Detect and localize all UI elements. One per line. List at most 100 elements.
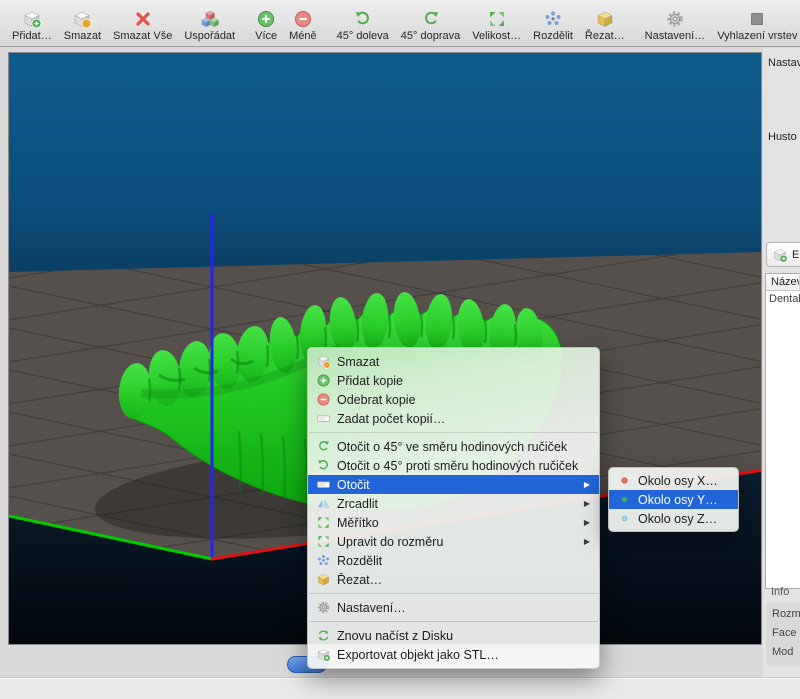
cube-add-icon (22, 9, 42, 29)
toolbar-arrange-button[interactable]: Uspořádat (178, 2, 241, 44)
object-list-row[interactable]: Dental_ (766, 291, 800, 305)
toolbar-fewer-button[interactable]: Méně (283, 2, 323, 44)
submenu-label-around-z: Okolo osy Z… (638, 512, 729, 526)
arrows-out-icon (316, 534, 331, 549)
toolbar-fewer-label: Méně (289, 30, 317, 43)
context-menu-label-rotate-45-ccw: Otočit o 45° proti směru hodinových ruči… (337, 459, 590, 473)
context-menu-item-reload-from-disk[interactable]: Znovu načíst z Disku (308, 626, 599, 645)
context-menu-item-delete[interactable]: Smazat (308, 352, 599, 371)
dot-green-icon (617, 492, 632, 507)
submenu-arrow-icon: ▶ (584, 499, 590, 508)
info-row-2: Mod (772, 643, 800, 662)
context-menu-item-set-copy-count[interactable]: Zadat počet kopií… (308, 409, 599, 428)
cube-remove-icon (316, 354, 331, 369)
rotate-cw-icon (316, 439, 331, 454)
circle-minus-icon (316, 392, 331, 407)
settings-panel: Nastav Husto E Název Dental_ Info RozmFa… (763, 48, 800, 677)
context-menu-label-cut: Řezat… (337, 573, 590, 587)
red-x-icon (133, 9, 153, 29)
info-row-0: Rozm (772, 605, 800, 624)
context-menu-label-reload-from-disk: Znovu načíst z Disku (337, 629, 590, 643)
context-menu-item-settings[interactable]: Nastavení… (308, 598, 599, 617)
context-menu-label-scale: Měřítko (337, 516, 578, 530)
export-button-label: E (792, 249, 799, 261)
circle-plus-icon (316, 373, 331, 388)
gray-square-icon (747, 9, 767, 29)
white-rect-icon (316, 477, 331, 492)
toolbar-more-label: Více (255, 30, 277, 43)
context-menu-label-set-copy-count: Zadat počet kopií… (337, 412, 590, 426)
circle-plus-icon (256, 9, 276, 29)
context-menu-separator (309, 593, 598, 594)
submenu-label-around-x: Okolo osy X… (638, 474, 729, 488)
main-toolbar: Přidat… Smazat Smazat Vše Uspořádat Více Mén… (0, 0, 800, 47)
export-button[interactable]: E (766, 242, 800, 267)
toolbar-rotate-left-button[interactable]: 45° doleva (331, 2, 395, 44)
submenu-arrow-icon: ▶ (584, 537, 590, 546)
context-menu-label-mirror: Zrcadlit (337, 497, 578, 511)
toolbar-more-button[interactable]: Více (249, 2, 283, 44)
arrows-out-icon (316, 515, 331, 530)
submenu-label-around-y: Okolo osy Y… (638, 493, 729, 507)
rotate-ccw-icon (316, 458, 331, 473)
context-menu-item-add-copy[interactable]: Přidat kopie (308, 371, 599, 390)
cube-remove-icon (72, 9, 92, 29)
context-menu-item-cut[interactable]: Řezat… (308, 570, 599, 589)
context-menu-item-rotate-45-ccw[interactable]: Otočit o 45° proti směru hodinových ruči… (308, 456, 599, 475)
submenu-item-around-y[interactable]: Okolo osy Y… (609, 490, 738, 509)
gear-icon (316, 600, 331, 615)
refresh-icon (316, 628, 331, 643)
context-menu-label-delete: Smazat (337, 355, 590, 369)
toolbar-arrange-label: Uspořádat (184, 30, 235, 43)
info-box: RozmFaceMod (766, 602, 800, 666)
context-menu-item-remove-copy[interactable]: Odebrat kopie (308, 390, 599, 409)
toolbar-add-button[interactable]: Přidat… (6, 2, 58, 44)
toolbar-delete-all-label: Smazat Vše (113, 30, 172, 43)
toolbar-split-label: Rozdělit (533, 30, 573, 43)
object-list-header[interactable]: Název (766, 274, 800, 291)
toolbar-rotate-right-label: 45° doprava (401, 30, 460, 43)
toolbar-add-label: Přidat… (12, 30, 52, 43)
toolbar-settings-button[interactable]: Nastavení… (639, 2, 712, 44)
application-window: Přidat… Smazat Smazat Vše Uspořádat Více Mén… (0, 0, 800, 699)
toolbar-cut-button[interactable]: Řezat… (579, 2, 631, 44)
toolbar-rotate-right-button[interactable]: 45° doprava (395, 2, 466, 44)
toolbar-delete-all-button[interactable]: Smazat Vše (107, 2, 178, 44)
context-menu-label-rotate: Otočit (337, 478, 578, 492)
context-menu-item-fit-to-size[interactable]: Upravit do rozměru▶ (308, 532, 599, 551)
context-menu-item-rotate-45-cw[interactable]: Otočit o 45° ve směru hodinových ručiček (308, 437, 599, 456)
rotate-cw-icon (421, 9, 441, 29)
cube-yellow-icon (316, 572, 331, 587)
context-menu-item-mirror[interactable]: Zrcadlit ▶ (308, 494, 599, 513)
cube-export-icon (316, 647, 331, 662)
context-menu-label-remove-copy: Odebrat kopie (337, 393, 590, 407)
export-cube-icon (772, 247, 788, 263)
gear-icon (665, 9, 685, 29)
toolbar-split-button[interactable]: Rozdělit (527, 2, 579, 44)
context-menu-separator (309, 432, 598, 433)
arrows-out-icon (487, 9, 507, 29)
split-dots-icon (316, 553, 331, 568)
context-menu-item-export-as-stl[interactable]: Exportovat objekt jako STL… (308, 645, 599, 664)
toolbar-scale-button[interactable]: Velikost… (466, 2, 527, 44)
rotate-submenu: Okolo osy X… Okolo osy Y… Okolo osy Z… (608, 467, 739, 532)
toolbar-delete-label: Smazat (64, 30, 101, 43)
context-menu-item-scale[interactable]: Měřítko ▶ (308, 513, 599, 532)
submenu-item-around-z[interactable]: Okolo osy Z… (609, 509, 738, 528)
toolbar-rotate-left-label: 45° doleva (337, 30, 389, 43)
toolbar-settings-label: Nastavení… (645, 30, 706, 43)
toolbar-layer-smoothing-label: Vyhlazení vrstev (717, 30, 797, 43)
context-menu-label-settings: Nastavení… (337, 601, 590, 615)
context-menu-item-split[interactable]: Rozdělit (308, 551, 599, 570)
context-menu-item-rotate[interactable]: Otočit▶ (308, 475, 599, 494)
toolbar-delete-button[interactable]: Smazat (58, 2, 107, 44)
split-dots-icon (543, 9, 563, 29)
submenu-item-around-x[interactable]: Okolo osy X… (609, 471, 738, 490)
context-menu-label-export-as-stl: Exportovat objekt jako STL… (337, 648, 590, 662)
toolbar-layer-smoothing-button[interactable]: Vyhlazení vrstev (711, 2, 800, 44)
submenu-arrow-icon: ▶ (584, 518, 590, 527)
cube-yellow-icon (595, 9, 615, 29)
object-list[interactable]: Název Dental_ (765, 273, 800, 589)
dot-blue-icon (617, 511, 632, 526)
context-menu-label-add-copy: Přidat kopie (337, 374, 590, 388)
